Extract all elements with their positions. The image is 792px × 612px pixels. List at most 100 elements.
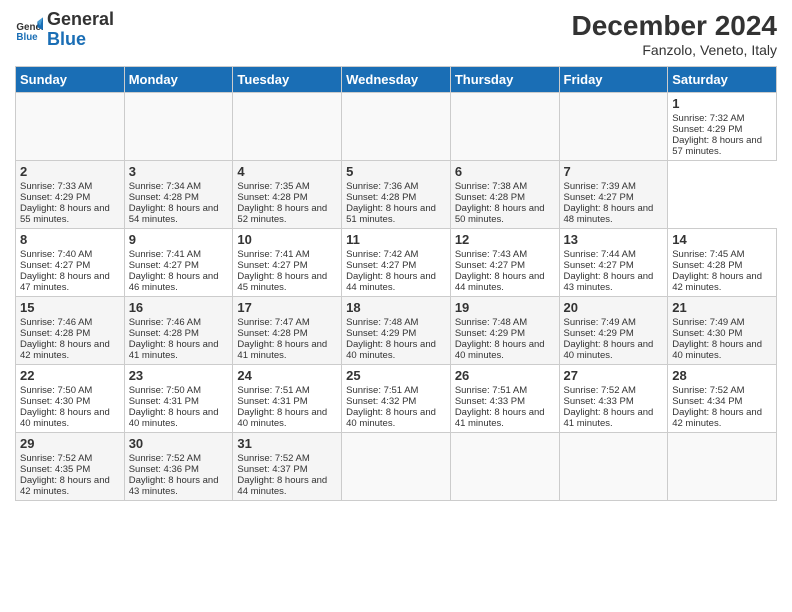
sunrise-text: Sunrise: 7:52 AM <box>129 453 229 464</box>
calendar-cell: 1Sunrise: 7:32 AMSunset: 4:29 PMDaylight… <box>668 93 777 161</box>
sunset-text: Sunset: 4:27 PM <box>346 260 446 271</box>
calendar-cell: 24Sunrise: 7:51 AMSunset: 4:31 PMDayligh… <box>233 365 342 433</box>
calendar-cell: 13Sunrise: 7:44 AMSunset: 4:27 PMDayligh… <box>559 229 668 297</box>
daylight-text: Daylight: 8 hours and 55 minutes. <box>20 203 120 225</box>
day-number: 15 <box>20 300 120 315</box>
sunrise-text: Sunrise: 7:34 AM <box>129 181 229 192</box>
month-title: December 2024 <box>572 10 777 42</box>
day-number: 20 <box>564 300 664 315</box>
calendar-week-2: 2Sunrise: 7:33 AMSunset: 4:29 PMDaylight… <box>16 161 777 229</box>
sunset-text: Sunset: 4:27 PM <box>455 260 555 271</box>
page-header: General Blue General Blue December 2024 … <box>15 10 777 58</box>
sunset-text: Sunset: 4:28 PM <box>20 328 120 339</box>
day-number: 28 <box>672 368 772 383</box>
day-number: 19 <box>455 300 555 315</box>
sunset-text: Sunset: 4:29 PM <box>564 328 664 339</box>
calendar-cell: 6Sunrise: 7:38 AMSunset: 4:28 PMDaylight… <box>450 161 559 229</box>
logo-icon: General Blue <box>15 16 43 44</box>
sunrise-text: Sunrise: 7:47 AM <box>237 317 337 328</box>
daylight-text: Daylight: 8 hours and 57 minutes. <box>672 135 772 157</box>
daylight-text: Daylight: 8 hours and 40 minutes. <box>672 339 772 361</box>
sunrise-text: Sunrise: 7:51 AM <box>455 385 555 396</box>
daylight-text: Daylight: 8 hours and 50 minutes. <box>455 203 555 225</box>
calendar-cell <box>450 93 559 161</box>
day-number: 21 <box>672 300 772 315</box>
calendar-cell: 31Sunrise: 7:52 AMSunset: 4:37 PMDayligh… <box>233 433 342 501</box>
sunrise-text: Sunrise: 7:33 AM <box>20 181 120 192</box>
sunrise-text: Sunrise: 7:40 AM <box>20 249 120 260</box>
sunset-text: Sunset: 4:28 PM <box>346 192 446 203</box>
calendar-week-6: 29Sunrise: 7:52 AMSunset: 4:35 PMDayligh… <box>16 433 777 501</box>
sunrise-text: Sunrise: 7:45 AM <box>672 249 772 260</box>
sunrise-text: Sunrise: 7:46 AM <box>20 317 120 328</box>
day-number: 18 <box>346 300 446 315</box>
day-number: 9 <box>129 232 229 247</box>
calendar-table: SundayMondayTuesdayWednesdayThursdayFrid… <box>15 66 777 501</box>
calendar-cell: 28Sunrise: 7:52 AMSunset: 4:34 PMDayligh… <box>668 365 777 433</box>
daylight-text: Daylight: 8 hours and 42 minutes. <box>672 407 772 429</box>
calendar-cell: 27Sunrise: 7:52 AMSunset: 4:33 PMDayligh… <box>559 365 668 433</box>
calendar-cell: 8Sunrise: 7:40 AMSunset: 4:27 PMDaylight… <box>16 229 125 297</box>
sunset-text: Sunset: 4:27 PM <box>564 260 664 271</box>
calendar-cell: 26Sunrise: 7:51 AMSunset: 4:33 PMDayligh… <box>450 365 559 433</box>
daylight-text: Daylight: 8 hours and 40 minutes. <box>346 407 446 429</box>
calendar-cell: 29Sunrise: 7:52 AMSunset: 4:35 PMDayligh… <box>16 433 125 501</box>
day-number: 3 <box>129 164 229 179</box>
sunset-text: Sunset: 4:31 PM <box>129 396 229 407</box>
calendar-cell <box>124 93 233 161</box>
daylight-text: Daylight: 8 hours and 54 minutes. <box>129 203 229 225</box>
sunset-text: Sunset: 4:27 PM <box>129 260 229 271</box>
sunset-text: Sunset: 4:28 PM <box>455 192 555 203</box>
sunset-text: Sunset: 4:32 PM <box>346 396 446 407</box>
calendar-cell: 12Sunrise: 7:43 AMSunset: 4:27 PMDayligh… <box>450 229 559 297</box>
day-number: 10 <box>237 232 337 247</box>
title-block: December 2024 Fanzolo, Veneto, Italy <box>572 10 777 58</box>
daylight-text: Daylight: 8 hours and 40 minutes. <box>455 339 555 361</box>
sunrise-text: Sunrise: 7:44 AM <box>564 249 664 260</box>
sunrise-text: Sunrise: 7:38 AM <box>455 181 555 192</box>
day-number: 7 <box>564 164 664 179</box>
daylight-text: Daylight: 8 hours and 41 minutes. <box>129 339 229 361</box>
calendar-cell: 7Sunrise: 7:39 AMSunset: 4:27 PMDaylight… <box>559 161 668 229</box>
day-number: 24 <box>237 368 337 383</box>
sunrise-text: Sunrise: 7:49 AM <box>564 317 664 328</box>
sunset-text: Sunset: 4:27 PM <box>20 260 120 271</box>
day-number: 14 <box>672 232 772 247</box>
sunset-text: Sunset: 4:30 PM <box>672 328 772 339</box>
calendar-cell: 5Sunrise: 7:36 AMSunset: 4:28 PMDaylight… <box>342 161 451 229</box>
calendar-cell <box>16 93 125 161</box>
sunrise-text: Sunrise: 7:52 AM <box>564 385 664 396</box>
daylight-text: Daylight: 8 hours and 46 minutes. <box>129 271 229 293</box>
day-number: 4 <box>237 164 337 179</box>
day-number: 31 <box>237 436 337 451</box>
daylight-text: Daylight: 8 hours and 40 minutes. <box>129 407 229 429</box>
day-number: 11 <box>346 232 446 247</box>
calendar-cell: 30Sunrise: 7:52 AMSunset: 4:36 PMDayligh… <box>124 433 233 501</box>
sunrise-text: Sunrise: 7:46 AM <box>129 317 229 328</box>
sunset-text: Sunset: 4:30 PM <box>20 396 120 407</box>
sunset-text: Sunset: 4:28 PM <box>237 192 337 203</box>
calendar-cell <box>450 433 559 501</box>
sunrise-text: Sunrise: 7:41 AM <box>129 249 229 260</box>
sunset-text: Sunset: 4:28 PM <box>672 260 772 271</box>
day-header-thursday: Thursday <box>450 67 559 93</box>
logo: General Blue General Blue <box>15 10 114 50</box>
day-number: 1 <box>672 96 772 111</box>
sunrise-text: Sunrise: 7:35 AM <box>237 181 337 192</box>
sunrise-text: Sunrise: 7:36 AM <box>346 181 446 192</box>
sunrise-text: Sunrise: 7:50 AM <box>129 385 229 396</box>
calendar-cell: 4Sunrise: 7:35 AMSunset: 4:28 PMDaylight… <box>233 161 342 229</box>
sunrise-text: Sunrise: 7:51 AM <box>237 385 337 396</box>
page-container: General Blue General Blue December 2024 … <box>0 0 792 511</box>
calendar-week-1: 1Sunrise: 7:32 AMSunset: 4:29 PMDaylight… <box>16 93 777 161</box>
calendar-cell: 19Sunrise: 7:48 AMSunset: 4:29 PMDayligh… <box>450 297 559 365</box>
calendar-cell: 23Sunrise: 7:50 AMSunset: 4:31 PMDayligh… <box>124 365 233 433</box>
sunrise-text: Sunrise: 7:50 AM <box>20 385 120 396</box>
daylight-text: Daylight: 8 hours and 48 minutes. <box>564 203 664 225</box>
calendar-cell: 10Sunrise: 7:41 AMSunset: 4:27 PMDayligh… <box>233 229 342 297</box>
calendar-cell: 15Sunrise: 7:46 AMSunset: 4:28 PMDayligh… <box>16 297 125 365</box>
day-number: 16 <box>129 300 229 315</box>
sunset-text: Sunset: 4:36 PM <box>129 464 229 475</box>
daylight-text: Daylight: 8 hours and 43 minutes. <box>129 475 229 497</box>
sunset-text: Sunset: 4:29 PM <box>672 124 772 135</box>
